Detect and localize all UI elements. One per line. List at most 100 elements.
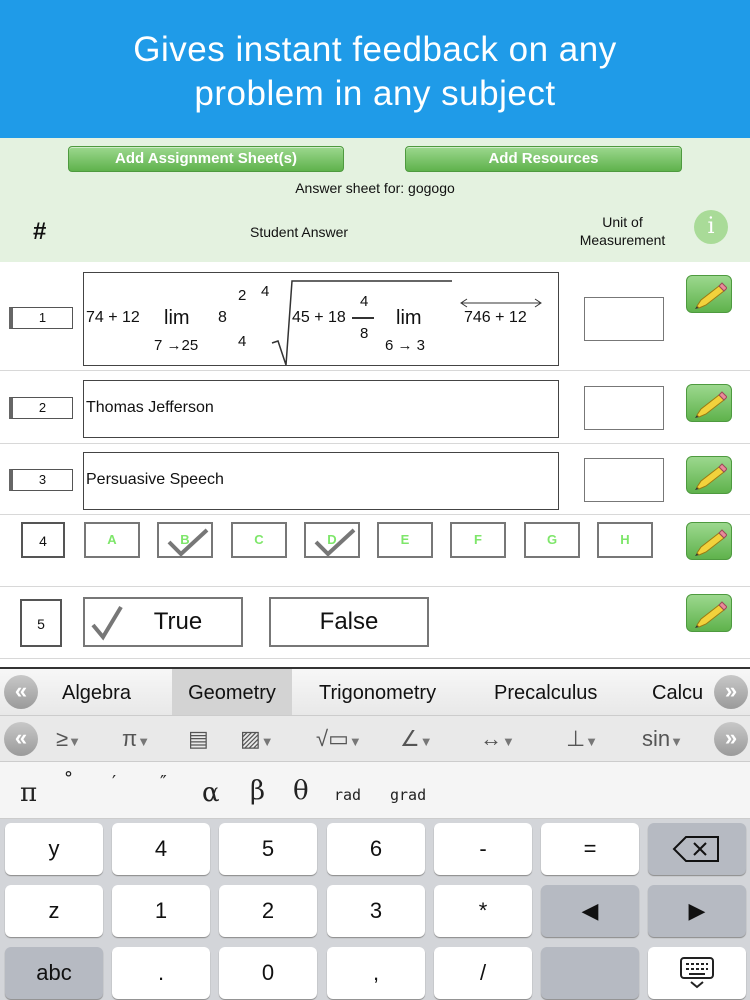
- choice-h-label: H: [620, 532, 630, 547]
- symbols-scroll-left-icon[interactable]: «: [4, 722, 38, 756]
- key-beta[interactable]: β: [250, 776, 265, 806]
- row-3-answer-text: Persuasive Speech: [86, 471, 224, 488]
- key-0[interactable]: 0: [219, 947, 317, 999]
- radical-menu[interactable]: √▭▼: [316, 716, 362, 762]
- tabs-scroll-right-icon[interactable]: »: [714, 675, 748, 709]
- info-icon[interactable]: i: [694, 210, 728, 244]
- pencil-icon: [695, 463, 727, 490]
- pencil-icon: [695, 601, 727, 628]
- perpendicular-menu[interactable]: ⊥▼: [566, 716, 598, 762]
- key-2[interactable]: 2: [219, 885, 317, 937]
- backspace-icon: [672, 836, 719, 862]
- column-unit-line-1: Unit of: [602, 214, 643, 230]
- row-5-edit-button[interactable]: [686, 594, 732, 632]
- math-lim-2-subscript: 6 → 3: [385, 337, 426, 354]
- tab-algebra[interactable]: Algebra: [62, 669, 131, 717]
- key-multiply[interactable]: *: [434, 885, 532, 937]
- hide-keyboard-key[interactable]: [648, 947, 746, 999]
- backspace-key[interactable]: [648, 823, 746, 875]
- row-1-number: 1: [9, 307, 73, 329]
- true-label: True: [153, 608, 203, 635]
- inequality-menu[interactable]: ≥▼: [56, 716, 81, 762]
- key-blank[interactable]: [541, 947, 639, 999]
- key-pi[interactable]: π: [20, 778, 37, 808]
- key-minute[interactable]: ′: [112, 772, 116, 793]
- column-unit-header: Unit of Measurement: [565, 213, 680, 249]
- angle-menu[interactable]: ∠▼: [400, 716, 433, 762]
- cursor-right-key[interactable]: ▶: [648, 885, 746, 937]
- pi-menu[interactable]: π▼: [122, 716, 150, 762]
- row-3-edit-button[interactable]: [686, 456, 732, 494]
- choice-f[interactable]: F: [450, 522, 506, 558]
- choice-e[interactable]: E: [377, 522, 433, 558]
- math-term-a: 74 + 12: [86, 309, 140, 326]
- choice-b[interactable]: B: [157, 522, 213, 558]
- choice-g[interactable]: G: [524, 522, 580, 558]
- key-rad[interactable]: rad: [334, 786, 361, 804]
- math-ray-expression: 746 + 12: [464, 309, 527, 326]
- row-1-unit-field[interactable]: [584, 297, 664, 341]
- checkmark-icon: [91, 605, 123, 641]
- choice-a[interactable]: A: [84, 522, 140, 558]
- key-equals[interactable]: =: [541, 823, 639, 875]
- abc-key[interactable]: abc: [5, 947, 103, 999]
- row-4-edit-button[interactable]: [686, 522, 732, 560]
- math-lim-1-subscript: 7 →25: [154, 337, 199, 354]
- tab-geometry[interactable]: Geometry: [172, 669, 292, 717]
- choice-d[interactable]: D: [304, 522, 360, 558]
- answer-sheet-header: Add Assignment Sheet(s) Add Resources An…: [0, 138, 750, 262]
- choice-h[interactable]: H: [597, 522, 653, 558]
- key-second[interactable]: ″: [160, 772, 167, 793]
- column-number-header: #: [33, 218, 47, 245]
- shading-menu[interactable]: ▨▼: [240, 716, 274, 762]
- key-period[interactable]: .: [112, 947, 210, 999]
- promo-banner: Gives instant feedback on any problem in…: [0, 0, 750, 138]
- key-degree[interactable]: °: [64, 768, 73, 789]
- row-divider: [0, 658, 750, 659]
- key-5[interactable]: 5: [219, 823, 317, 875]
- symbols-scroll-right-icon[interactable]: »: [714, 722, 748, 756]
- key-y[interactable]: y: [5, 823, 103, 875]
- key-3[interactable]: 3: [327, 885, 425, 937]
- row-2-answer-field[interactable]: Thomas Jefferson: [83, 380, 559, 438]
- tab-trigonometry[interactable]: Trigonometry: [319, 669, 436, 717]
- false-option[interactable]: False: [269, 597, 429, 647]
- line-menu[interactable]: ↔▼: [480, 716, 515, 762]
- row-3-number: 3: [9, 469, 73, 491]
- answer-sheet-for-label: Answer sheet for: gogogo: [295, 180, 455, 196]
- add-resources-button[interactable]: Add Resources: [405, 146, 682, 172]
- tab-calculus[interactable]: Calcu: [652, 669, 712, 717]
- checkmark-icon: [314, 528, 356, 556]
- fraction-menu[interactable]: ▤: [188, 716, 209, 762]
- choice-c[interactable]: C: [231, 522, 287, 558]
- cursor-left-key[interactable]: ◀: [541, 885, 639, 937]
- key-1[interactable]: 1: [112, 885, 210, 937]
- key-minus[interactable]: -: [434, 823, 532, 875]
- add-assignment-sheet-button[interactable]: Add Assignment Sheet(s): [68, 146, 344, 172]
- math-eight: 8: [218, 309, 227, 326]
- tabs-scroll-left-icon[interactable]: «: [4, 675, 38, 709]
- row-2-unit-field[interactable]: [584, 386, 664, 430]
- banner-line-2: problem in any subject: [194, 74, 556, 113]
- square-root-icon: √▭: [316, 726, 349, 751]
- true-option[interactable]: True: [83, 597, 243, 647]
- row-3-answer-field[interactable]: Persuasive Speech: [83, 452, 559, 510]
- choice-g-label: G: [546, 532, 558, 547]
- key-grad[interactable]: grad: [390, 786, 426, 804]
- key-4[interactable]: 4: [112, 823, 210, 875]
- key-comma[interactable]: ,: [327, 947, 425, 999]
- row-1-answer-field[interactable]: 74 + 12 lim 7 →25 8 2 4 4 45 + 18 4 8 li…: [83, 272, 559, 366]
- key-slash[interactable]: /: [434, 947, 532, 999]
- key-alpha[interactable]: α: [202, 778, 220, 808]
- trig-function-menu[interactable]: sin▼: [642, 716, 683, 762]
- row-3-unit-field[interactable]: [584, 458, 664, 502]
- sin-icon: sin: [642, 726, 671, 751]
- math-radicand: 45 + 18: [292, 309, 346, 326]
- row-2-edit-button[interactable]: [686, 384, 732, 422]
- key-z[interactable]: z: [5, 885, 103, 937]
- row-2-answer-text: Thomas Jefferson: [86, 399, 214, 416]
- row-1-edit-button[interactable]: [686, 275, 732, 313]
- key-theta[interactable]: θ: [293, 776, 309, 806]
- tab-precalculus[interactable]: Precalculus: [494, 669, 597, 717]
- key-6[interactable]: 6: [327, 823, 425, 875]
